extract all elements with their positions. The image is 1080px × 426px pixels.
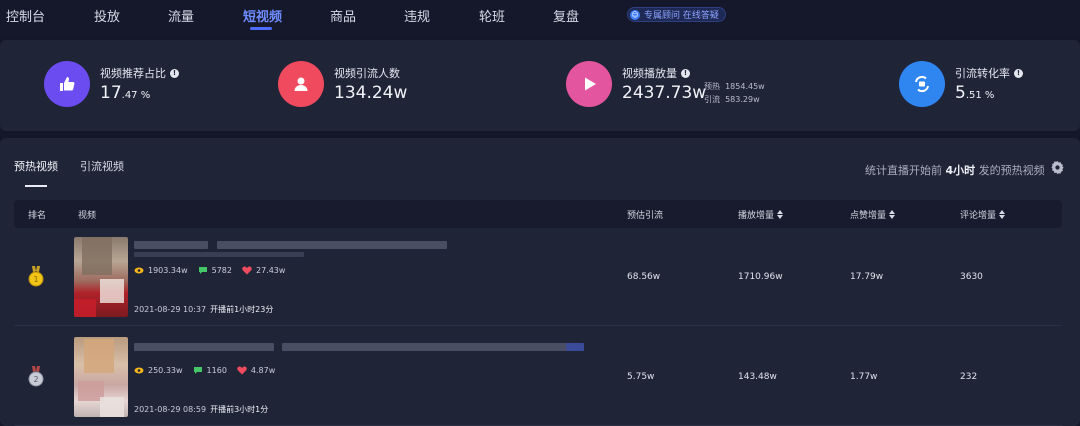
- stat-label: 视频引流人数: [334, 67, 400, 80]
- video-thumbnail[interactable]: [74, 337, 128, 417]
- comment-icon: [198, 267, 207, 274]
- sort-icon[interactable]: [777, 210, 784, 219]
- sort-icon[interactable]: [889, 210, 896, 219]
- video-title-blurred: [566, 343, 584, 351]
- col-like-increase[interactable]: 点赞增量: [850, 208, 896, 221]
- consultant-label: 专属顾问 在线答疑: [644, 11, 719, 21]
- nav-review[interactable]: 复盘: [553, 6, 579, 25]
- nav-products[interactable]: 商品: [330, 6, 356, 25]
- nav-ads[interactable]: 投放: [94, 6, 120, 25]
- gold-medal-icon: 1: [28, 266, 44, 287]
- comment-increase-value: 3630: [960, 272, 983, 282]
- heart-icon: [237, 366, 247, 375]
- stats-note: 统计直播开始前 4小时 发的预热视频: [865, 164, 1045, 177]
- stat-value: 2437.73w: [622, 83, 707, 103]
- info-icon[interactable]: !: [170, 68, 179, 78]
- col-video: 视频: [78, 211, 97, 221]
- comments-metric: 5782: [198, 266, 232, 275]
- video-title-blurred: [134, 252, 304, 257]
- nav-dashboard[interactable]: 控制台: [6, 6, 45, 25]
- stat-sub-referral: 引流 583.29w: [704, 95, 760, 104]
- nav-shifts[interactable]: 轮班: [479, 6, 505, 25]
- comment-icon: [193, 367, 202, 374]
- heart-icon: [242, 266, 252, 275]
- convert-icon: [899, 61, 945, 107]
- stat-value: 134.24w: [334, 83, 408, 103]
- chat-icon: ☺: [630, 9, 640, 20]
- likes-metric: 27.43w: [242, 266, 285, 275]
- info-icon[interactable]: !: [681, 68, 690, 78]
- svg-text:2: 2: [33, 375, 38, 384]
- nav-active-indicator: [250, 27, 272, 30]
- gear-icon[interactable]: [1050, 160, 1065, 175]
- play-increase-value: 143.48w: [738, 372, 777, 382]
- video-metrics: 1903.34w 5782 27.43w: [134, 266, 285, 275]
- video-thumbnail[interactable]: [74, 237, 128, 317]
- est-referral-value: 68.56w: [627, 272, 661, 282]
- user-icon: [278, 61, 324, 107]
- comments-metric: 1160: [193, 366, 227, 375]
- publish-time: 2021-08-29 08:59 开播前3小时1分: [134, 405, 269, 414]
- table-row[interactable]: 2 250.33w 1160 4.87w 2021-08-29 08:59 开播前…: [14, 330, 1062, 426]
- play-increase-value: 1710.96w: [738, 272, 783, 282]
- video-title-blurred[interactable]: [282, 343, 582, 351]
- nav-traffic[interactable]: 流量: [168, 6, 194, 25]
- publish-time: 2021-08-29 10:37 开播前1小时23分: [134, 305, 274, 314]
- est-referral-value: 5.75w: [627, 372, 655, 382]
- nav-violations[interactable]: 违规: [404, 6, 430, 25]
- likes-metric: 4.87w: [237, 366, 275, 375]
- plays-metric: 1903.34w: [134, 266, 188, 275]
- table-row[interactable]: 1 1903.34w 5782 27.43w 2021-08-29 10:37 开…: [14, 230, 1062, 326]
- comment-increase-value: 232: [960, 372, 978, 382]
- stat-value: 17.47 %: [100, 83, 151, 103]
- stats-panel: 视频推荐占比! 17.47 % 视频引流人数 134.24w 视频播放量! 24…: [0, 40, 1080, 131]
- col-rank: 排名: [28, 211, 47, 221]
- consultant-badge[interactable]: ☺ 专属顾问 在线答疑: [627, 7, 726, 22]
- col-comment-increase[interactable]: 评论增量: [960, 208, 1006, 221]
- stat-sub-warmup: 预热 1854.45w: [704, 82, 765, 91]
- stat-value: 5.51 %: [955, 83, 995, 103]
- eye-icon: [134, 267, 144, 274]
- top-nav: 控制台 投放 流量 短视频 商品 违规 轮班 复盘 ☺ 专属顾问 在线答疑: [0, 0, 1080, 34]
- col-est-referral: 预估引流: [627, 211, 664, 221]
- silver-medal-icon: 2: [28, 366, 44, 387]
- tab-referral-videos[interactable]: 引流视频: [80, 158, 124, 174]
- tab-active-indicator: [25, 185, 47, 187]
- stat-label: 引流转化率: [955, 67, 1010, 80]
- nav-short-video[interactable]: 短视频: [243, 6, 282, 25]
- col-play-increase[interactable]: 播放增量: [738, 208, 784, 221]
- sort-icon[interactable]: [999, 210, 1006, 219]
- video-table-panel: 预热视频 引流视频 统计直播开始前 4小时 发的预热视频 排名 视频 预估引流 …: [0, 138, 1080, 426]
- plays-metric: 250.33w: [134, 366, 183, 375]
- like-increase-value: 1.77w: [850, 372, 878, 382]
- stat-label: 视频播放量: [622, 67, 677, 80]
- video-metrics: 250.33w 1160 4.87w: [134, 366, 275, 375]
- tab-warmup-videos[interactable]: 预热视频: [14, 158, 58, 174]
- thumbs-up-icon: [44, 61, 90, 107]
- play-icon: [566, 61, 612, 107]
- video-title-blurred[interactable]: [217, 241, 447, 249]
- svg-text:1: 1: [33, 275, 38, 284]
- like-increase-value: 17.79w: [850, 272, 884, 282]
- video-title-blurred[interactable]: [134, 241, 208, 249]
- stat-label: 视频推荐占比: [100, 67, 166, 80]
- video-title-blurred[interactable]: [134, 343, 274, 351]
- info-icon[interactable]: !: [1014, 68, 1023, 78]
- eye-icon: [134, 367, 144, 374]
- table-header: 排名 视频 预估引流 播放增量 点赞增量 评论增量: [14, 200, 1062, 228]
